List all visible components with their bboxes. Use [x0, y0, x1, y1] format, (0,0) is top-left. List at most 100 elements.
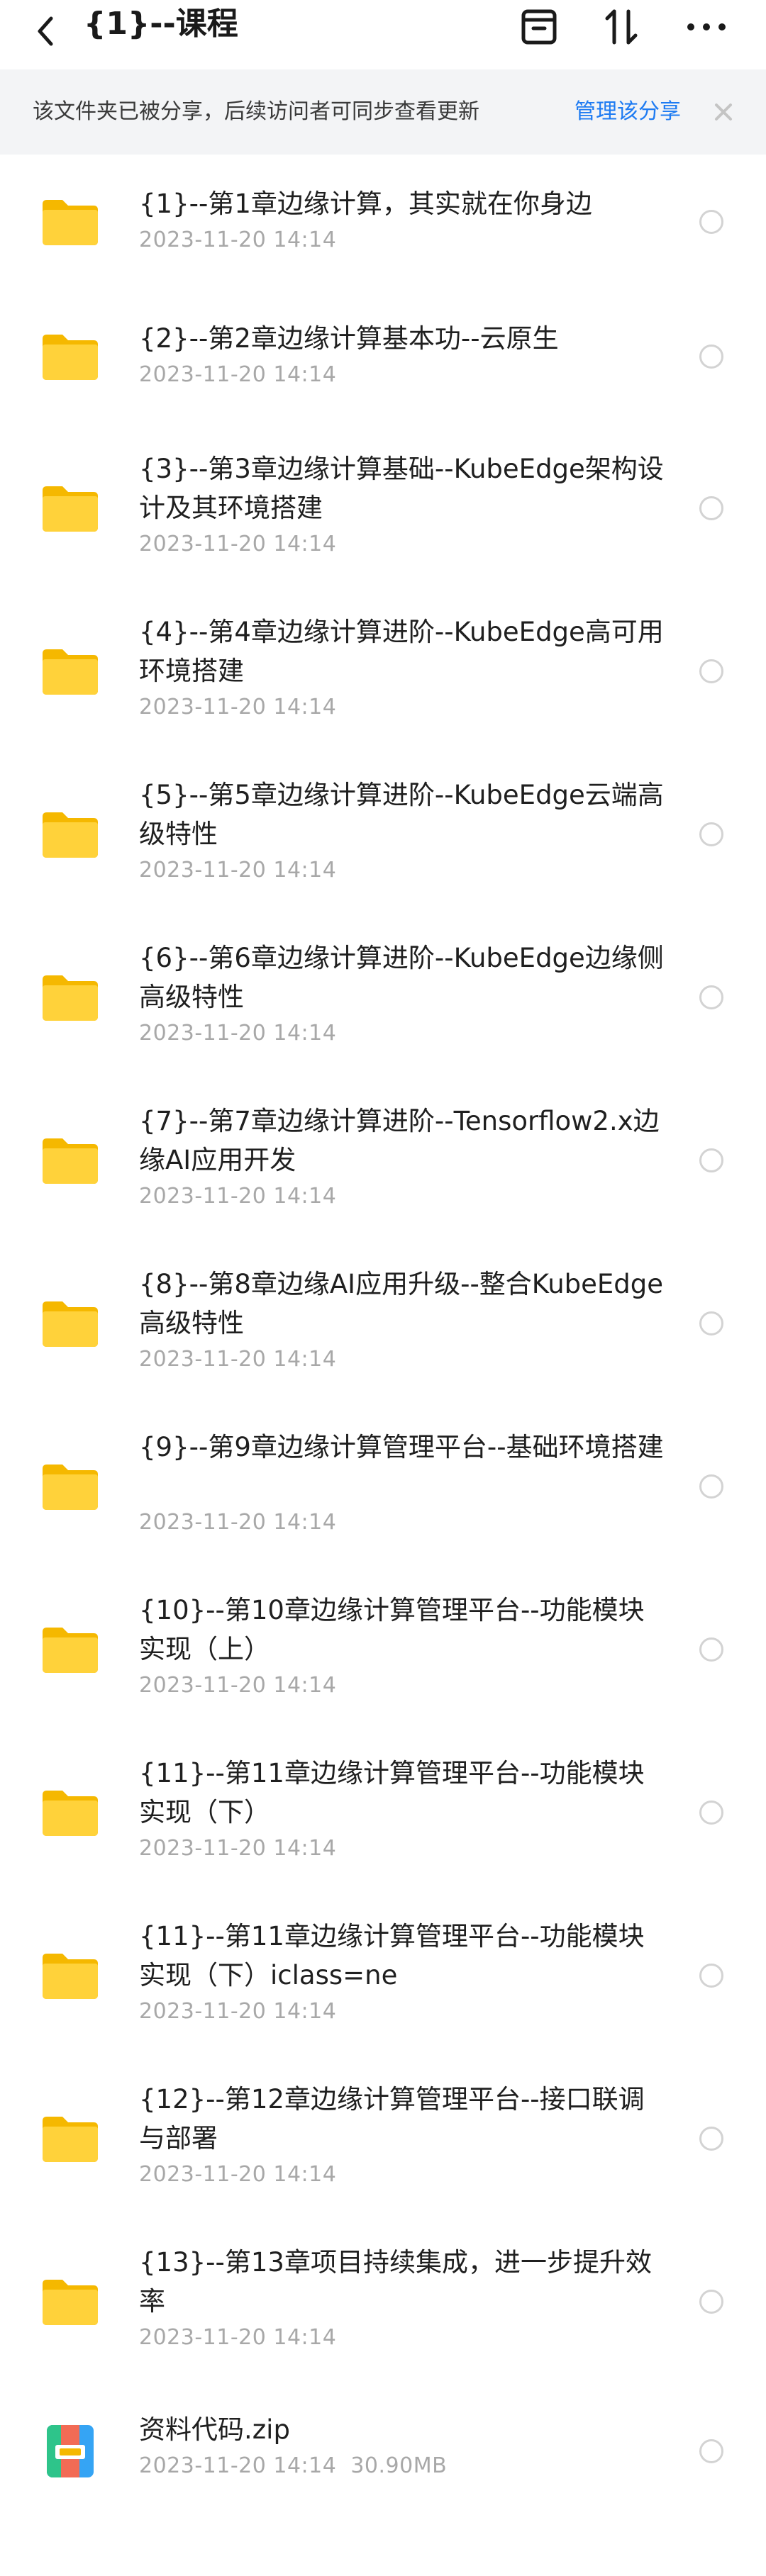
select-radio[interactable]	[699, 2439, 723, 2463]
select-radio[interactable]	[699, 1964, 723, 1988]
item-name: {1}--第1章边缘计算，其实就在你身边	[139, 189, 592, 219]
select-radio[interactable]	[699, 2290, 723, 2314]
select-radio[interactable]	[699, 985, 723, 1009]
item-meta: 2023-11-20 14:14	[139, 1836, 336, 1861]
item-date: 2023-11-20 14:14	[139, 695, 337, 719]
manage-share-link[interactable]: 管理该分享	[574, 69, 681, 155]
folder-icon	[40, 641, 101, 702]
item-name: {13}--第13章项目持续集成，进一步提升效率	[139, 2247, 652, 2317]
item-meta: 2023-11-20 14:14	[139, 228, 336, 252]
folder-list-item[interactable]: {11}--第11章边缘计算管理平台--功能模块实现（下）iclass=ne 20…	[0, 1891, 766, 2054]
item-name: {3}--第3章边缘计算基础--KubeEdge架构设计及其环境搭建	[139, 454, 664, 523]
item-meta: 2023-11-20 14:14	[139, 1510, 336, 1535]
folder-list-item[interactable]: {12}--第12章边缘计算管理平台--接口联调与部署 2023-11-20 14…	[0, 2054, 766, 2217]
folder-icon	[40, 1619, 101, 1680]
folder-list-item[interactable]: {7}--第7章边缘计算进阶--Tensorflow2.x边缘AI应用开发 202…	[0, 1076, 766, 1239]
folder-icon	[40, 967, 101, 1028]
item-meta: 2023-11-20 14:14	[139, 532, 336, 556]
item-name: {11}--第11章边缘计算管理平台--功能模块实现（下）iclass=ne	[139, 1921, 645, 1990]
item-date: 2023-11-20 14:14	[139, 1347, 337, 1372]
select-radio[interactable]	[699, 1637, 723, 1662]
folder-icon	[40, 191, 101, 252]
item-meta: 2023-11-20 14:14	[139, 1999, 336, 2024]
item-date: 2023-11-20 14:14	[139, 532, 337, 556]
folder-list-item[interactable]: {5}--第5章边缘计算进阶--KubeEdge云端高级特性 2023-11-20…	[0, 750, 766, 913]
select-radio[interactable]	[699, 496, 723, 520]
item-name: {7}--第7章边缘计算进阶--Tensorflow2.x边缘AI应用开发	[139, 1106, 660, 1175]
item-name: {11}--第11章边缘计算管理平台--功能模块实现（下）	[139, 1758, 645, 1827]
top-bar: {1}--课程	[0, 0, 766, 69]
select-radio[interactable]	[699, 345, 723, 369]
folder-list-item[interactable]: {13}--第13章项目持续集成，进一步提升效率 2023-11-20 14:14	[0, 2217, 766, 2380]
item-name: 资料代码.zip	[139, 2414, 290, 2445]
item-meta: 2023-11-20 14:14	[139, 1347, 336, 1372]
item-date: 2023-11-20 14:14	[139, 2325, 337, 2350]
item-meta: 2023-11-20 14:14	[139, 1673, 336, 1698]
item-date: 2023-11-20 14:14	[139, 1836, 337, 1861]
item-meta: 2023-11-20 14:14 30.90MB	[139, 2453, 447, 2478]
folder-icon	[40, 1130, 101, 1191]
select-radio[interactable]	[699, 1311, 723, 1335]
item-date: 2023-11-20 14:14	[139, 858, 337, 883]
folder-icon	[40, 478, 101, 539]
item-meta: 2023-11-20 14:14	[139, 2325, 336, 2350]
item-meta: 2023-11-20 14:14	[139, 695, 336, 719]
more-icon[interactable]	[681, 6, 732, 48]
sort-icon[interactable]	[596, 6, 647, 48]
select-radio[interactable]	[699, 1148, 723, 1172]
file-list-item[interactable]: 资料代码.zip 2023-11-20 14:14 30.90MB	[0, 2380, 766, 2522]
folder-icon	[40, 1456, 101, 1517]
item-date: 2023-11-20 14:14	[139, 1510, 337, 1535]
folder-list-item[interactable]: {2}--第2章边缘计算基本功--云原生 2023-11-20 14:14	[0, 289, 766, 424]
folder-icon	[40, 1293, 101, 1354]
share-banner-text: 该文件夹已被分享，后续访问者可同步查看更新	[33, 99, 479, 124]
folder-list-item[interactable]: {4}--第4章边缘计算进阶--KubeEdge高可用环境搭建 2023-11-2…	[0, 587, 766, 750]
item-date: 2023-11-20 14:14	[139, 1999, 337, 2024]
folder-list-item[interactable]: {11}--第11章边缘计算管理平台--功能模块实现（下） 2023-11-20 …	[0, 1728, 766, 1891]
back-icon[interactable]	[26, 10, 68, 52]
folder-list-item[interactable]: {10}--第10章边缘计算管理平台--功能模块实现（上） 2023-11-20 …	[0, 1565, 766, 1728]
item-name: {10}--第10章边缘计算管理平台--功能模块实现（上）	[139, 1595, 645, 1664]
item-date: 2023-11-20 14:14	[139, 2453, 337, 2478]
folder-list-item[interactable]: {8}--第8章边缘AI应用升级--整合KubeEdge高级特性 2023-11-…	[0, 1239, 766, 1402]
folder-icon	[40, 2108, 101, 2169]
item-date: 2023-11-20 14:14	[139, 2162, 337, 2187]
item-name: {5}--第5章边缘计算进阶--KubeEdge云端高级特性	[139, 780, 664, 849]
folder-icon	[40, 1945, 101, 2006]
folder-icon	[40, 326, 101, 387]
item-name: {2}--第2章边缘计算基本功--云原生	[139, 323, 559, 354]
folder-list-item[interactable]: {3}--第3章边缘计算基础--KubeEdge架构设计及其环境搭建 2023-1…	[0, 424, 766, 587]
folder-list-item[interactable]: {1}--第1章边缘计算，其实就在你身边 2023-11-20 14:14	[0, 155, 766, 289]
item-meta: 2023-11-20 14:14	[139, 858, 336, 883]
item-meta: 2023-11-20 14:14	[139, 362, 336, 387]
item-meta: 2023-11-20 14:14	[139, 1021, 336, 1046]
select-radio[interactable]	[699, 822, 723, 846]
item-name: {12}--第12章边缘计算管理平台--接口联调与部署	[139, 2084, 645, 2154]
select-radio[interactable]	[699, 210, 723, 234]
select-radio[interactable]	[699, 1474, 723, 1499]
select-radio[interactable]	[699, 1801, 723, 1825]
item-size: 30.90MB	[350, 2453, 448, 2478]
share-banner: 该文件夹已被分享，后续访问者可同步查看更新 管理该分享	[0, 69, 766, 155]
item-date: 2023-11-20 14:14	[139, 1021, 337, 1046]
folder-list-item[interactable]: {6}--第6章边缘计算进阶--KubeEdge边缘侧高级特性 2023-11-2…	[0, 913, 766, 1076]
item-meta: 2023-11-20 14:14	[139, 2162, 336, 2187]
item-date: 2023-11-20 14:14	[139, 362, 337, 387]
item-name: {8}--第8章边缘AI应用升级--整合KubeEdge高级特性	[139, 1269, 664, 1338]
item-name: {4}--第4章边缘计算进阶--KubeEdge高可用环境搭建	[139, 617, 664, 686]
close-icon[interactable]	[709, 98, 738, 126]
page-title: {1}--课程	[84, 6, 238, 42]
folder-icon	[40, 804, 101, 865]
item-date: 2023-11-20 14:14	[139, 1184, 337, 1209]
select-radio[interactable]	[699, 659, 723, 683]
folder-icon	[40, 1782, 101, 1843]
folder-icon	[40, 2271, 101, 2332]
archive-icon[interactable]	[514, 6, 565, 48]
select-radio[interactable]	[699, 2127, 723, 2151]
item-name: {6}--第6章边缘计算进阶--KubeEdge边缘侧高级特性	[139, 943, 664, 1012]
folder-list-item[interactable]: {9}--第9章边缘计算管理平台--基础环境搭建 2023-11-20 14:14	[0, 1402, 766, 1565]
item-date: 2023-11-20 14:14	[139, 228, 337, 252]
item-name: {9}--第9章边缘计算管理平台--基础环境搭建	[139, 1432, 664, 1462]
item-meta: 2023-11-20 14:14	[139, 1184, 336, 1209]
zip-file-icon	[40, 2421, 101, 2482]
